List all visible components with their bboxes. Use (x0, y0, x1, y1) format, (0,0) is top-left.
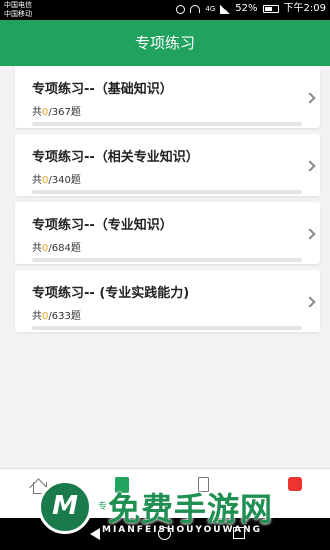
alarm-icon (176, 4, 186, 14)
watermark-logo: M (38, 480, 92, 534)
practice-card-practical[interactable]: 专项练习-- (专业实践能力) 共0/633题 (15, 270, 320, 332)
carrier-1: 中国电信 (4, 1, 32, 9)
practice-card-basic[interactable]: 专项练习--（基础知识） 共0/367题 (15, 66, 320, 128)
count-prefix: 共 (32, 243, 42, 254)
watermark-text: 免费手游网 (108, 490, 274, 528)
total-count: /340题 (48, 175, 81, 186)
signal-icon (220, 4, 231, 14)
battery-percent: 52% (235, 3, 258, 14)
clock: 下午2:09 (283, 3, 326, 14)
status-icons: 4G 52% 下午2:09 (176, 2, 326, 16)
count-prefix: 共 (32, 311, 42, 322)
card-title: 专项练习-- (专业实践能力) (32, 286, 190, 301)
card-title: 专项练习--（相关专业知识） (32, 150, 199, 165)
watermark: M 免费手游网 MIANFEISHOUYOUWANG (30, 470, 330, 542)
card-title: 专项练习--（基础知识） (32, 82, 173, 97)
card-title: 专项练习--（专业知识） (32, 218, 173, 233)
total-count: /684题 (48, 243, 81, 254)
total-count: /367题 (48, 107, 81, 118)
total-count: /633题 (48, 311, 81, 322)
page-title: 专项练习 (134, 34, 195, 52)
count-prefix: 共 (32, 175, 42, 186)
status-bar: 中国电信 中国移动 4G 52% 下午2:09 (0, 0, 330, 20)
count-prefix: 共 (32, 107, 42, 118)
question-count: 共0/633题 (32, 307, 81, 322)
carrier-info: 中国电信 中国移动 (4, 1, 32, 19)
question-count: 共0/684题 (32, 239, 81, 254)
app-bar: 专项练习 (0, 20, 330, 66)
chevron-right-icon (304, 160, 316, 172)
question-count: 共0/367题 (32, 103, 81, 118)
network-type: 4G (205, 5, 216, 13)
watermark-subtext: MIANFEISHOUYOUWANG (102, 525, 262, 535)
progress-bar (32, 326, 302, 330)
progress-bar (32, 258, 302, 262)
chevron-right-icon (304, 92, 316, 104)
practice-card-related[interactable]: 专项练习--（相关专业知识） 共0/340题 (15, 134, 320, 196)
progress-bar (32, 190, 302, 194)
practice-card-professional[interactable]: 专项练习--（专业知识） 共0/684题 (15, 202, 320, 264)
progress-bar (32, 122, 302, 126)
carrier-2: 中国移动 (4, 10, 32, 18)
question-count: 共0/340题 (32, 171, 81, 186)
chevron-right-icon (304, 296, 316, 308)
wifi-icon (190, 5, 201, 13)
battery-icon (262, 5, 279, 13)
chevron-right-icon (304, 228, 316, 240)
